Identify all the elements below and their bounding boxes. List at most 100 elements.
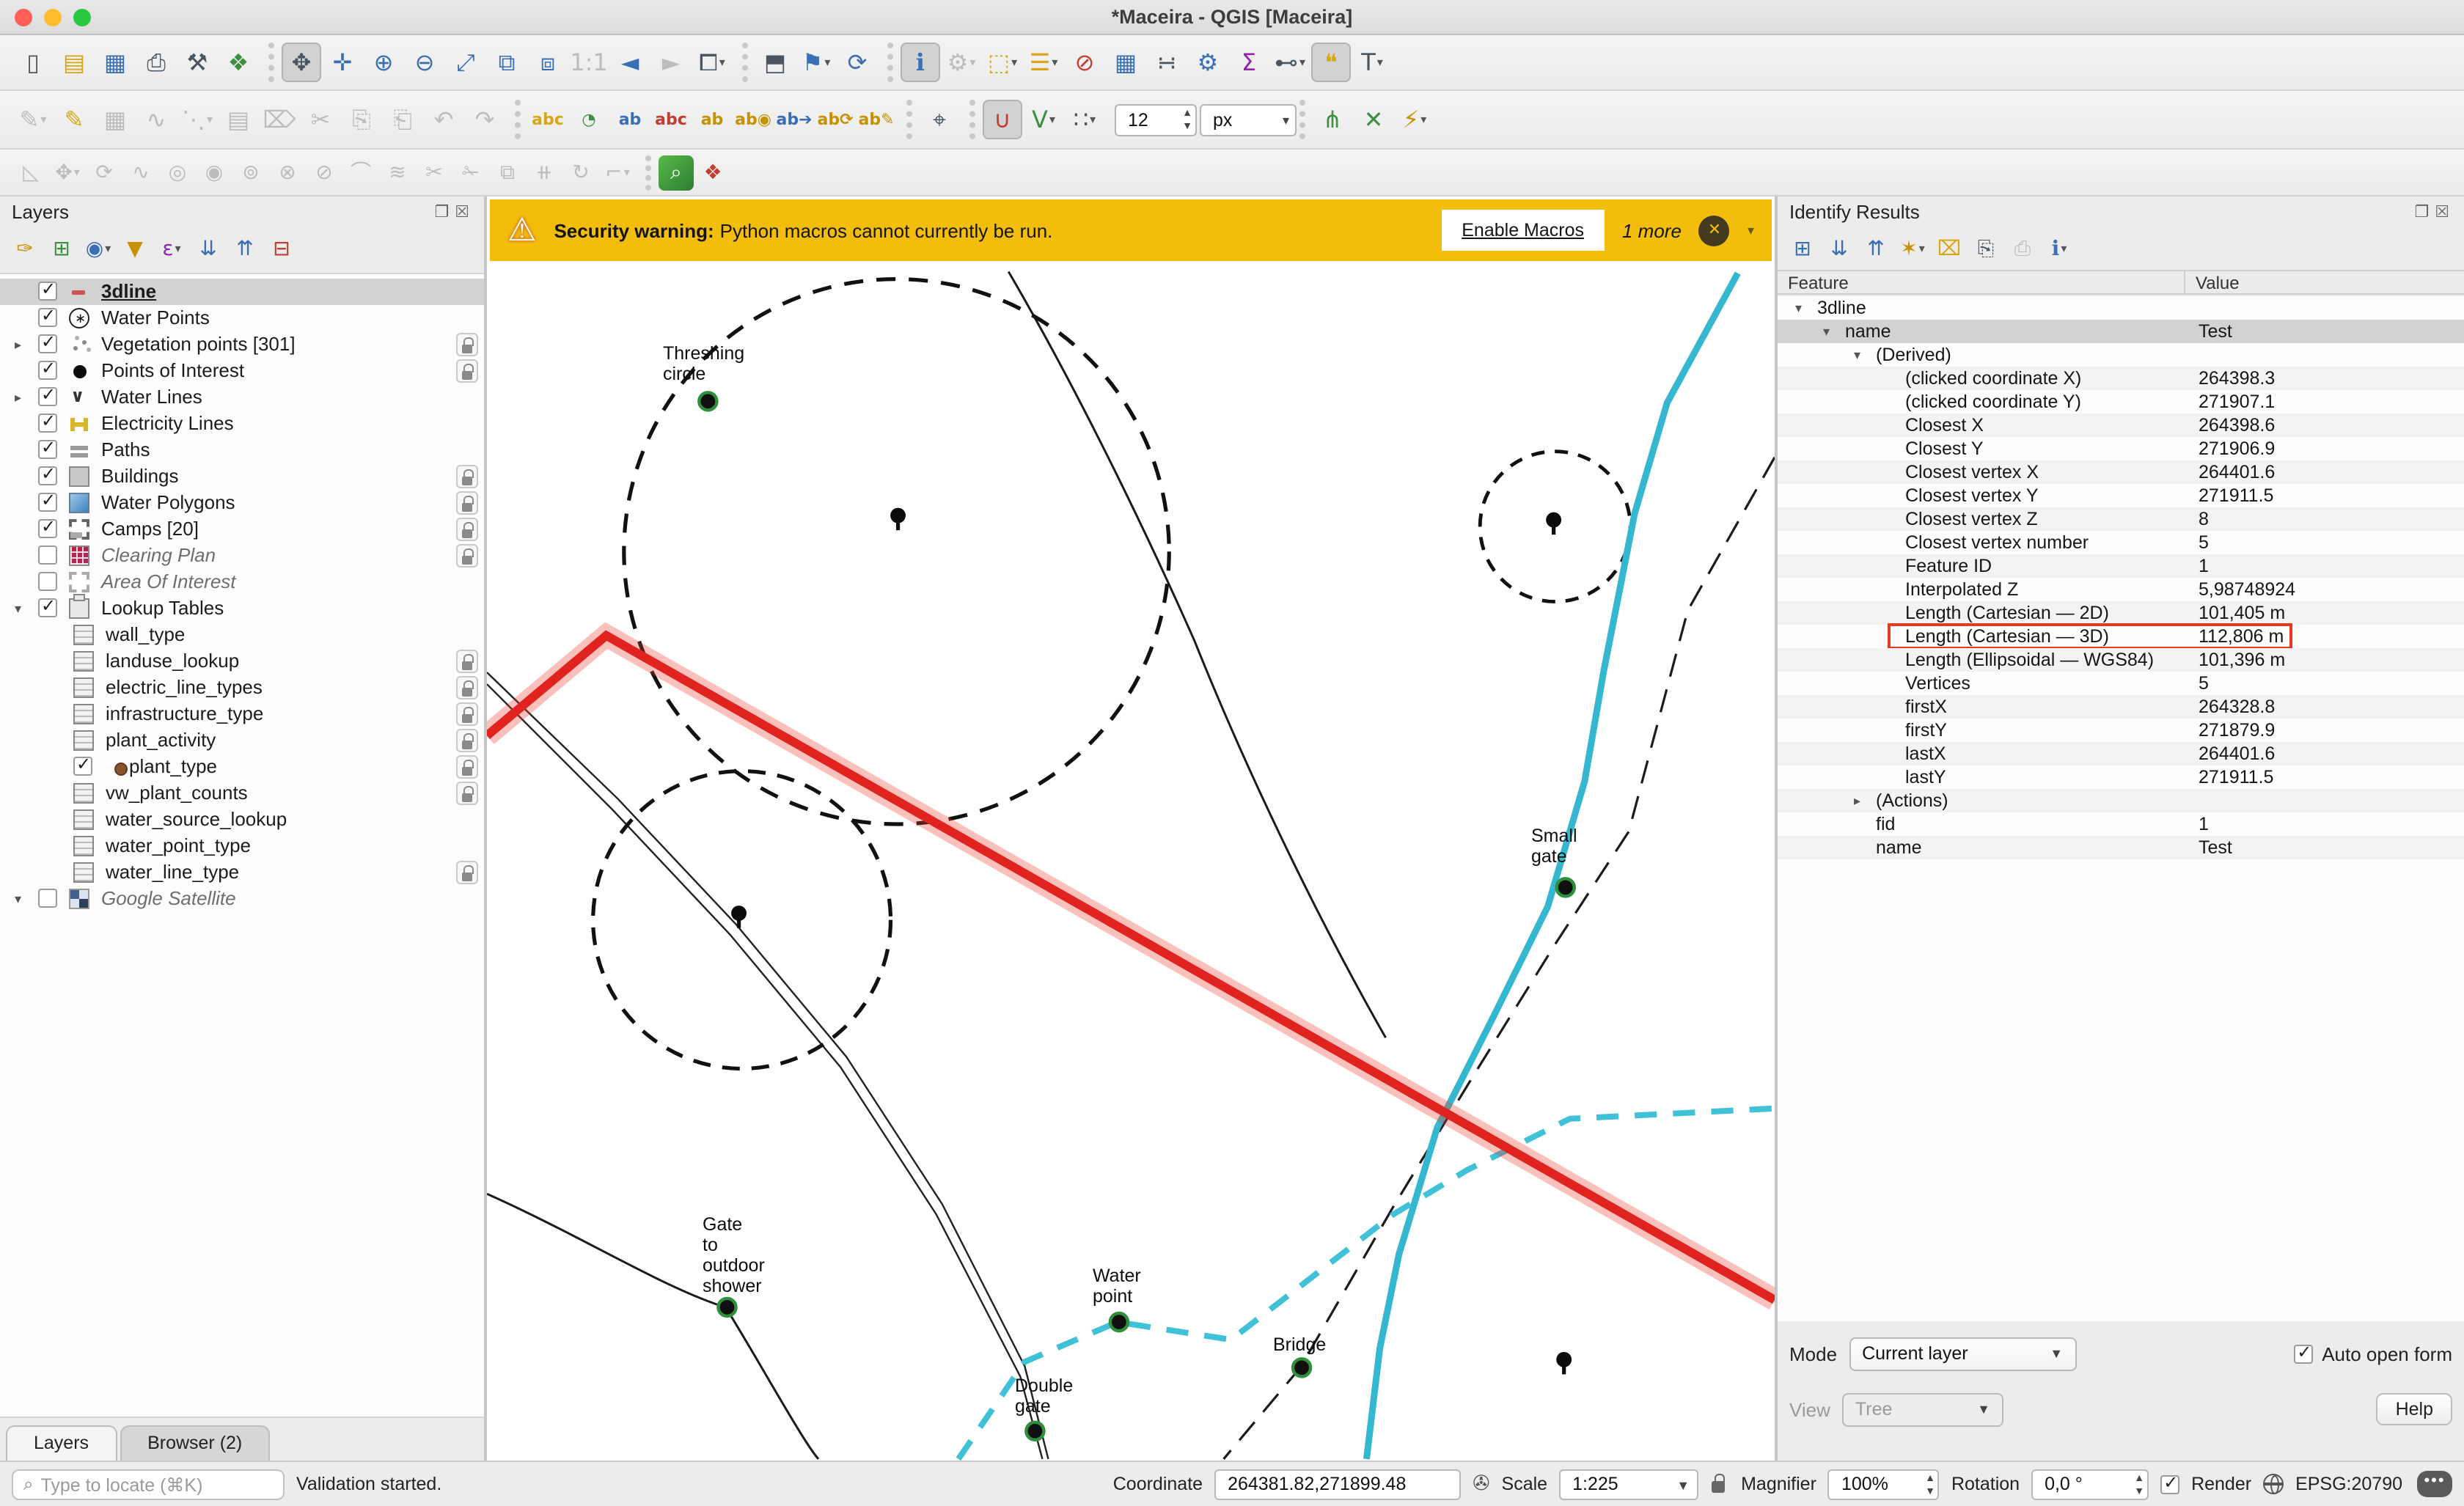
zoom-to-selection[interactable]: ⧈ bbox=[528, 43, 568, 82]
zoom-full[interactable]: ⤢ bbox=[446, 43, 485, 82]
identify-by-click[interactable]: ℹ▾ bbox=[2043, 232, 2075, 265]
layer-row[interactable]: water_source_lookup bbox=[0, 807, 484, 833]
identify-result-row[interactable]: Closest vertex Z 8 bbox=[1778, 507, 2464, 531]
select-by-value[interactable]: ☰▾ bbox=[1024, 43, 1063, 82]
layer-row[interactable]: 3dline bbox=[0, 279, 484, 305]
enable-snapping[interactable]: ∪ bbox=[983, 100, 1022, 139]
zoom-window-button[interactable] bbox=[73, 9, 91, 26]
layer-visibility-checkbox[interactable] bbox=[38, 334, 57, 353]
open-layer-styling[interactable]: ✑ bbox=[9, 232, 41, 265]
expander-icon[interactable] bbox=[1795, 296, 1813, 320]
close-panel-icon[interactable]: ☒ bbox=[455, 204, 475, 221]
messages-icon[interactable]: ••• bbox=[2417, 1471, 2452, 1497]
stepper-arrows-icon[interactable]: ▲▼ bbox=[1182, 106, 1192, 133]
minimize-window-button[interactable] bbox=[44, 9, 62, 26]
identify-result-row[interactable]: Length (Cartesian — 3D) 112,806 m bbox=[1778, 625, 2464, 648]
style-manager[interactable]: ❖ bbox=[219, 43, 258, 82]
identify-result-row[interactable]: fid 1 bbox=[1778, 812, 2464, 836]
float-panel-icon[interactable]: ❐ bbox=[435, 204, 455, 221]
fill-ring[interactable]: ⊚ bbox=[233, 155, 268, 190]
expand-new-results[interactable]: ✶▾ bbox=[1896, 232, 1929, 265]
layer-row[interactable]: Buildings bbox=[0, 463, 484, 490]
layer-row[interactable]: Electricity Lines bbox=[0, 411, 484, 437]
geosearch-plugin[interactable]: ⌕ bbox=[659, 155, 694, 190]
vertex-tool[interactable]: ⋱▾ bbox=[177, 100, 217, 139]
auto-open-form-checkbox[interactable] bbox=[2294, 1344, 2313, 1363]
open-attribute-table[interactable]: ▦ bbox=[1106, 43, 1145, 82]
identify-result-row[interactable]: (Actions) bbox=[1778, 789, 2464, 812]
locate-search-input[interactable]: ⌕ Type to locate (⌘K) bbox=[12, 1469, 285, 1499]
toggle-editing[interactable]: ✎ bbox=[54, 100, 94, 139]
layer-row[interactable]: Area Of Interest bbox=[0, 569, 484, 595]
layer-visibility-checkbox[interactable] bbox=[38, 282, 57, 301]
expander-icon[interactable] bbox=[1854, 789, 1871, 812]
move-label[interactable]: ab➔ bbox=[774, 100, 814, 139]
identify-result-row[interactable]: Closest vertex number 5 bbox=[1778, 531, 2464, 554]
layer-row[interactable]: water_line_type bbox=[0, 859, 484, 886]
merge-features[interactable]: ⧉ bbox=[490, 155, 525, 190]
identify-result-row[interactable]: Closest Y 271906.9 bbox=[1778, 437, 2464, 460]
layer-row[interactable]: plant_activity bbox=[0, 727, 484, 754]
layer-row[interactable]: wall_type bbox=[0, 622, 484, 648]
delete-part[interactable]: ⊘ bbox=[307, 155, 342, 190]
identify-result-row[interactable]: (Derived) bbox=[1778, 343, 2464, 367]
remove-layer[interactable]: ⊟ bbox=[265, 232, 298, 265]
add-part[interactable]: ◉ bbox=[197, 155, 232, 190]
identify-result-row[interactable]: firstX 264328.8 bbox=[1778, 695, 2464, 719]
merge-attributes[interactable]: ⧺ bbox=[527, 155, 562, 190]
simplify-feature[interactable]: ∿ bbox=[123, 155, 158, 190]
zoom-in[interactable]: ⊕ bbox=[364, 43, 403, 82]
layer-row[interactable]: Water Polygons bbox=[0, 490, 484, 516]
value-column-header[interactable]: Value bbox=[2196, 273, 2240, 293]
avoid-overlap[interactable]: ⚡▾ bbox=[1395, 100, 1434, 139]
render-checkbox[interactable] bbox=[2160, 1474, 2179, 1494]
layer-visibility-checkbox[interactable] bbox=[38, 466, 57, 485]
change-label[interactable]: ab✎ bbox=[857, 100, 896, 139]
panel-tab[interactable]: Browser (2) bbox=[120, 1425, 270, 1461]
layer-row[interactable]: infrastructure_type bbox=[0, 701, 484, 727]
identify-features[interactable]: ℹ bbox=[901, 43, 940, 82]
rotate-label[interactable]: ab⟳ bbox=[815, 100, 855, 139]
deselect-features[interactable]: ⊘ bbox=[1065, 43, 1104, 82]
identify-result-row[interactable]: Closest vertex Y 271911.5 bbox=[1778, 484, 2464, 507]
layer-row[interactable]: Paths bbox=[0, 437, 484, 463]
new-map-view[interactable]: ⧠▾ bbox=[692, 43, 732, 82]
clear-results[interactable]: ⌧ bbox=[1933, 232, 1965, 265]
lock-scale-icon[interactable] bbox=[1710, 1474, 1729, 1494]
float-panel-icon[interactable]: ❐ bbox=[2415, 204, 2435, 221]
split-parts[interactable]: ✁ bbox=[453, 155, 488, 190]
open-project[interactable]: ▤ bbox=[54, 43, 94, 82]
chevron-down-icon[interactable]: ▾ bbox=[1748, 222, 1754, 238]
paste-features[interactable]: ⎗ bbox=[383, 100, 422, 139]
filter-legend[interactable]: ▼ bbox=[119, 232, 151, 265]
redo[interactable]: ↷ bbox=[465, 100, 505, 139]
zoom-out[interactable]: ⊖ bbox=[405, 43, 444, 82]
snapping-intersection[interactable]: ✕ bbox=[1354, 100, 1393, 139]
layer-visibility-checkbox[interactable] bbox=[38, 889, 57, 908]
identify-result-row[interactable]: Closest vertex X 264401.6 bbox=[1778, 460, 2464, 484]
save-project[interactable]: ▦ bbox=[95, 43, 135, 82]
identify-result-row[interactable]: Length (Ellipsoidal — WGS84) 101,396 m bbox=[1778, 648, 2464, 672]
expander-icon[interactable] bbox=[15, 331, 32, 358]
filter-by-expression[interactable]: ε▾ bbox=[155, 232, 188, 265]
unpin-labels[interactable]: abc bbox=[651, 100, 691, 139]
print-response[interactable]: ⎙ bbox=[2006, 232, 2039, 265]
identify-result-row[interactable]: Vertices 5 bbox=[1778, 672, 2464, 695]
layer-visibility-checkbox[interactable] bbox=[38, 387, 57, 406]
zoom-next[interactable]: ► bbox=[651, 43, 691, 82]
show-statistical-summary[interactable]: Σ bbox=[1229, 43, 1269, 82]
layer-row[interactable]: landuse_lookup bbox=[0, 648, 484, 675]
pan-map[interactable]: ✥ bbox=[282, 43, 321, 82]
layer-row[interactable]: electric_line_types bbox=[0, 675, 484, 701]
cad-tools[interactable]: ◺ bbox=[13, 155, 48, 190]
expander-icon[interactable] bbox=[15, 886, 32, 912]
show-layout-manager[interactable]: ⚒ bbox=[177, 43, 217, 82]
map-tips[interactable]: ❝ bbox=[1311, 43, 1351, 82]
snapping-type[interactable]: ∷▾ bbox=[1065, 100, 1104, 139]
feature-column-header[interactable]: Feature bbox=[1788, 273, 1849, 293]
close-banner-button[interactable]: ✕ bbox=[1699, 215, 1730, 246]
layer-visibility-checkbox[interactable] bbox=[38, 308, 57, 327]
close-panel-icon[interactable]: ☒ bbox=[2435, 204, 2455, 221]
close-window-button[interactable] bbox=[15, 9, 32, 26]
move-feature[interactable]: ✥▾ bbox=[50, 155, 85, 190]
